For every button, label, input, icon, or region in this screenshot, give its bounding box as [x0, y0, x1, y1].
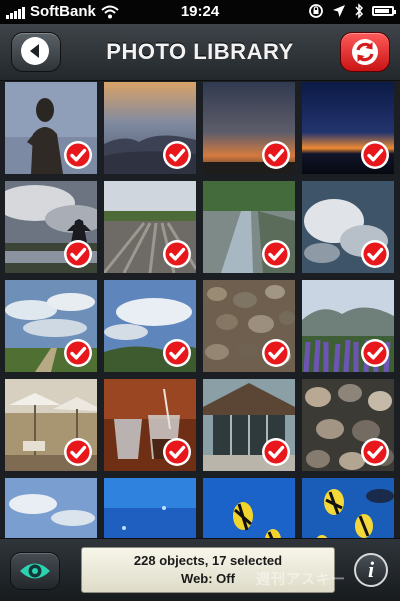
refresh-icon — [352, 39, 378, 65]
watermark: 週刊アスキー — [256, 571, 346, 587]
battery-icon — [372, 6, 396, 16]
photo-thumbnail[interactable] — [203, 82, 295, 174]
photo-thumbnail[interactable] — [302, 280, 394, 372]
selected-check-icon — [262, 339, 290, 367]
photo-thumbnail[interactable] — [302, 478, 394, 538]
selected-check-icon — [163, 240, 191, 268]
photo-image — [5, 478, 97, 538]
bluetooth-icon — [355, 3, 364, 19]
selected-check-icon — [64, 438, 92, 466]
photo-thumbnail[interactable] — [302, 379, 394, 471]
rotation-lock-icon — [309, 4, 323, 18]
photo-thumbnail[interactable] — [203, 379, 295, 471]
photo-thumbnail[interactable] — [5, 280, 97, 372]
status-bar: SoftBank 19:24 — [0, 0, 400, 24]
selected-check-icon — [163, 438, 191, 466]
photo-thumbnail[interactable] — [302, 181, 394, 273]
selected-check-icon — [262, 240, 290, 268]
preview-button[interactable] — [10, 552, 60, 590]
selected-check-icon — [64, 141, 92, 169]
selected-check-icon — [262, 141, 290, 169]
selected-check-icon — [163, 141, 191, 169]
photo-thumbnail[interactable] — [5, 82, 97, 174]
photo-thumbnail[interactable] — [104, 82, 196, 174]
photo-thumbnail[interactable] — [203, 478, 295, 538]
refresh-button[interactable] — [340, 32, 390, 72]
photo-image — [104, 478, 196, 538]
info-button[interactable]: i — [354, 553, 388, 587]
photo-thumbnail[interactable] — [5, 379, 97, 471]
photo-thumbnail[interactable] — [203, 280, 295, 372]
bottom-toolbar: 228 objects, 17 selected Web: Off 週刊アスキー… — [0, 538, 400, 601]
selected-check-icon — [163, 339, 191, 367]
selected-check-icon — [64, 240, 92, 268]
selected-check-icon — [361, 141, 389, 169]
navigation-bar: PHOTO LIBRARY — [0, 24, 400, 81]
photo-thumbnail[interactable] — [104, 280, 196, 372]
eye-icon — [20, 563, 50, 579]
selected-check-icon — [361, 240, 389, 268]
photo-thumbnail[interactable] — [104, 181, 196, 273]
photo-image — [203, 478, 295, 538]
selected-check-icon — [361, 339, 389, 367]
photo-thumbnail[interactable] — [302, 82, 394, 174]
object-count-text: 228 objects, 17 selected — [133, 553, 283, 568]
photo-image — [302, 478, 394, 538]
photo-thumbnail[interactable] — [5, 478, 97, 538]
photo-grid — [5, 82, 395, 538]
photo-thumbnail[interactable] — [5, 181, 97, 273]
location-icon — [333, 5, 345, 17]
photo-thumbnail[interactable] — [104, 379, 196, 471]
photo-thumbnail[interactable] — [104, 478, 196, 538]
selected-check-icon — [361, 438, 389, 466]
selected-check-icon — [64, 339, 92, 367]
photo-thumbnail[interactable] — [203, 181, 295, 273]
selected-check-icon — [262, 438, 290, 466]
